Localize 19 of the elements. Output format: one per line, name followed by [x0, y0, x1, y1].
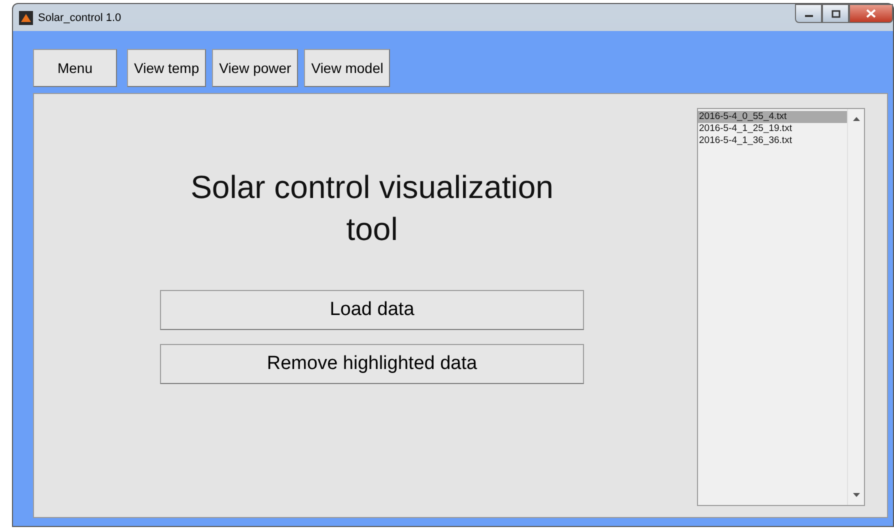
- scroll-down-icon[interactable]: [852, 493, 860, 497]
- toolbar-button[interactable]: View temp: [127, 49, 206, 87]
- app-icon: [19, 10, 33, 24]
- maximize-icon: [830, 10, 840, 18]
- window-title: Solar_control 1.0: [38, 12, 122, 24]
- file-list-item[interactable]: 2016-5-4_1_25_19.txt: [698, 123, 847, 135]
- toolbar-button[interactable]: View power: [212, 49, 298, 87]
- file-list-item[interactable]: 2016-5-4_0_55_4.txt: [698, 111, 847, 123]
- toolbar-button[interactable]: Menu: [33, 49, 117, 87]
- close-icon: [866, 9, 876, 18]
- action-button[interactable]: Remove highlighted data: [160, 344, 584, 384]
- file-list-item[interactable]: 2016-5-4_1_36_36.txt: [698, 135, 847, 147]
- scroll-up-icon[interactable]: [852, 117, 860, 121]
- action-button[interactable]: Load data: [160, 290, 584, 330]
- close-button[interactable]: [849, 4, 893, 23]
- minimize-button[interactable]: [795, 4, 822, 23]
- heading: Solar control visualization tool: [190, 168, 554, 249]
- toolbar-button[interactable]: View model: [304, 49, 390, 87]
- maximize-button[interactable]: [822, 4, 849, 23]
